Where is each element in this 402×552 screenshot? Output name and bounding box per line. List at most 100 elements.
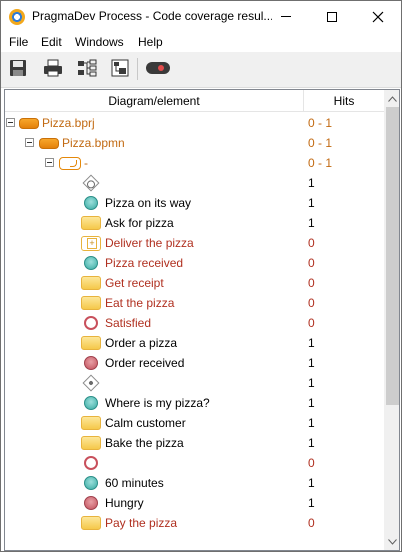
diagram-tree-icon	[78, 59, 97, 77]
row-hits: 0	[308, 276, 315, 290]
tree-row-element[interactable]: Order received 1	[5, 353, 384, 373]
row-hits: 1	[308, 376, 315, 390]
row-label: 60 minutes	[105, 476, 164, 490]
scrollbar-thumb[interactable]	[386, 107, 399, 405]
tree-row-bpmn-file[interactable]: Pizza.bpmn 0 - 1	[5, 133, 384, 153]
row-hits: 0	[308, 256, 315, 270]
task-icon	[81, 216, 101, 230]
row-hits: 0	[308, 456, 315, 470]
tree-row-element[interactable]: Where is my pizza? 1	[5, 393, 384, 413]
tree-row-element[interactable]: Get receipt 0	[5, 273, 384, 293]
row-label: Hungry	[105, 496, 144, 510]
row-label: Bake the pizza	[105, 436, 184, 450]
menu-windows[interactable]: Windows	[75, 35, 124, 49]
column-header-diagram[interactable]: Diagram/element	[5, 90, 304, 112]
record-icon	[146, 62, 170, 74]
row-label: Calm customer	[105, 416, 186, 430]
coverage-tree[interactable]: Diagram/element Hits Pizza.bprj 0 - 1 Pi…	[4, 89, 400, 551]
menu-bar: File Edit Windows Help	[1, 32, 401, 52]
app-window: PragmaDev Process - Code coverage resul.…	[0, 0, 402, 552]
end-event-icon	[84, 496, 98, 510]
minimize-button[interactable]	[263, 1, 309, 32]
task-icon	[81, 416, 101, 430]
title-bar[interactable]: PragmaDev Process - Code coverage resul.…	[1, 1, 401, 32]
tree-row-pool[interactable]: - 0 - 1	[5, 153, 384, 173]
task-icon	[81, 296, 101, 310]
pool-icon	[59, 157, 81, 170]
print-button[interactable]	[42, 58, 64, 80]
maximize-button[interactable]	[309, 1, 355, 32]
row-hits: 0 - 1	[308, 156, 333, 170]
tree-row-element[interactable]: 1	[5, 373, 384, 393]
row-label: Deliver the pizza	[105, 236, 194, 250]
close-button[interactable]	[355, 1, 401, 32]
tree-row-project[interactable]: Pizza.bprj 0 - 1	[5, 113, 384, 133]
export-button[interactable]	[110, 58, 132, 80]
tree-row-element[interactable]: Order a pizza 1	[5, 333, 384, 353]
row-hits: 0	[308, 316, 315, 330]
row-hits: 1	[308, 196, 315, 210]
menu-help[interactable]: Help	[138, 35, 163, 49]
collapse-toggle[interactable]	[45, 158, 54, 167]
tree-row-element[interactable]: Satisfied 0	[5, 313, 384, 333]
tree-row-element[interactable]: Calm customer 1	[5, 413, 384, 433]
end-event-empty-icon	[84, 316, 98, 330]
collapse-toggle[interactable]	[25, 138, 34, 147]
tree-row-element[interactable]: Pizza received 0	[5, 253, 384, 273]
export-icon	[111, 59, 129, 77]
task-icon	[81, 516, 101, 530]
tree-row-element[interactable]: Hungry 1	[5, 493, 384, 513]
row-label: -	[84, 156, 88, 170]
row-hits: 1	[308, 176, 315, 190]
tree-row-element[interactable]: Pizza on its way 1	[5, 193, 384, 213]
tree-row-element[interactable]: Pay the pizza 0	[5, 513, 384, 533]
app-logo-icon	[9, 9, 25, 25]
column-header-row: Diagram/element Hits	[5, 90, 384, 112]
diagram-tree-button[interactable]	[76, 58, 98, 80]
project-icon	[39, 138, 59, 149]
record-button[interactable]	[145, 58, 171, 80]
row-label: Pizza.bprj	[42, 116, 95, 130]
collapse-toggle[interactable]	[6, 118, 15, 127]
tree-row-element[interactable]: 1	[5, 173, 384, 193]
column-header-hits[interactable]: Hits	[304, 90, 384, 112]
end-event-icon	[84, 356, 98, 370]
row-hits: 1	[308, 396, 315, 410]
window-title: PragmaDev Process - Code coverage resul.…	[32, 9, 272, 23]
scroll-down-button[interactable]	[384, 533, 399, 550]
chevron-down-icon	[388, 538, 397, 545]
row-label: Pizza on its way	[105, 196, 192, 210]
save-icon	[10, 60, 26, 76]
tree-row-element[interactable]: Deliver the pizza 0	[5, 233, 384, 253]
row-hits: 1	[308, 496, 315, 510]
tree-row-element[interactable]: Ask for pizza 1	[5, 213, 384, 233]
tree-row-element[interactable]: 60 minutes 1	[5, 473, 384, 493]
save-button[interactable]	[8, 58, 30, 80]
tree-row-element[interactable]: 0	[5, 453, 384, 473]
gateway-ring-icon	[82, 174, 100, 192]
row-hits: 1	[308, 356, 315, 370]
row-label: Order a pizza	[105, 336, 178, 350]
row-hits: 1	[308, 476, 315, 490]
row-hits: 0	[308, 516, 315, 530]
row-hits: 0	[308, 236, 315, 250]
vertical-scrollbar[interactable]	[384, 90, 399, 550]
print-icon	[44, 59, 62, 77]
end-event-empty-icon	[84, 456, 98, 470]
scroll-up-button[interactable]	[384, 90, 399, 107]
message-event-icon	[84, 256, 98, 270]
row-hits: 0 - 1	[308, 116, 333, 130]
tree-row-element[interactable]: Bake the pizza 1	[5, 433, 384, 453]
menu-edit[interactable]: Edit	[41, 35, 62, 49]
menu-file[interactable]: File	[9, 35, 28, 49]
row-hits: 1	[308, 336, 315, 350]
row-label: Pizza received	[105, 256, 184, 270]
row-hits: 0	[308, 296, 315, 310]
minimize-icon	[281, 16, 291, 17]
tree-row-element[interactable]: Eat the pizza 0	[5, 293, 384, 313]
row-hits: 1	[308, 436, 315, 450]
message-event-icon	[84, 196, 98, 210]
row-label: Pizza.bpmn	[62, 136, 125, 150]
chevron-up-icon	[388, 95, 397, 102]
toolbar	[1, 52, 401, 88]
